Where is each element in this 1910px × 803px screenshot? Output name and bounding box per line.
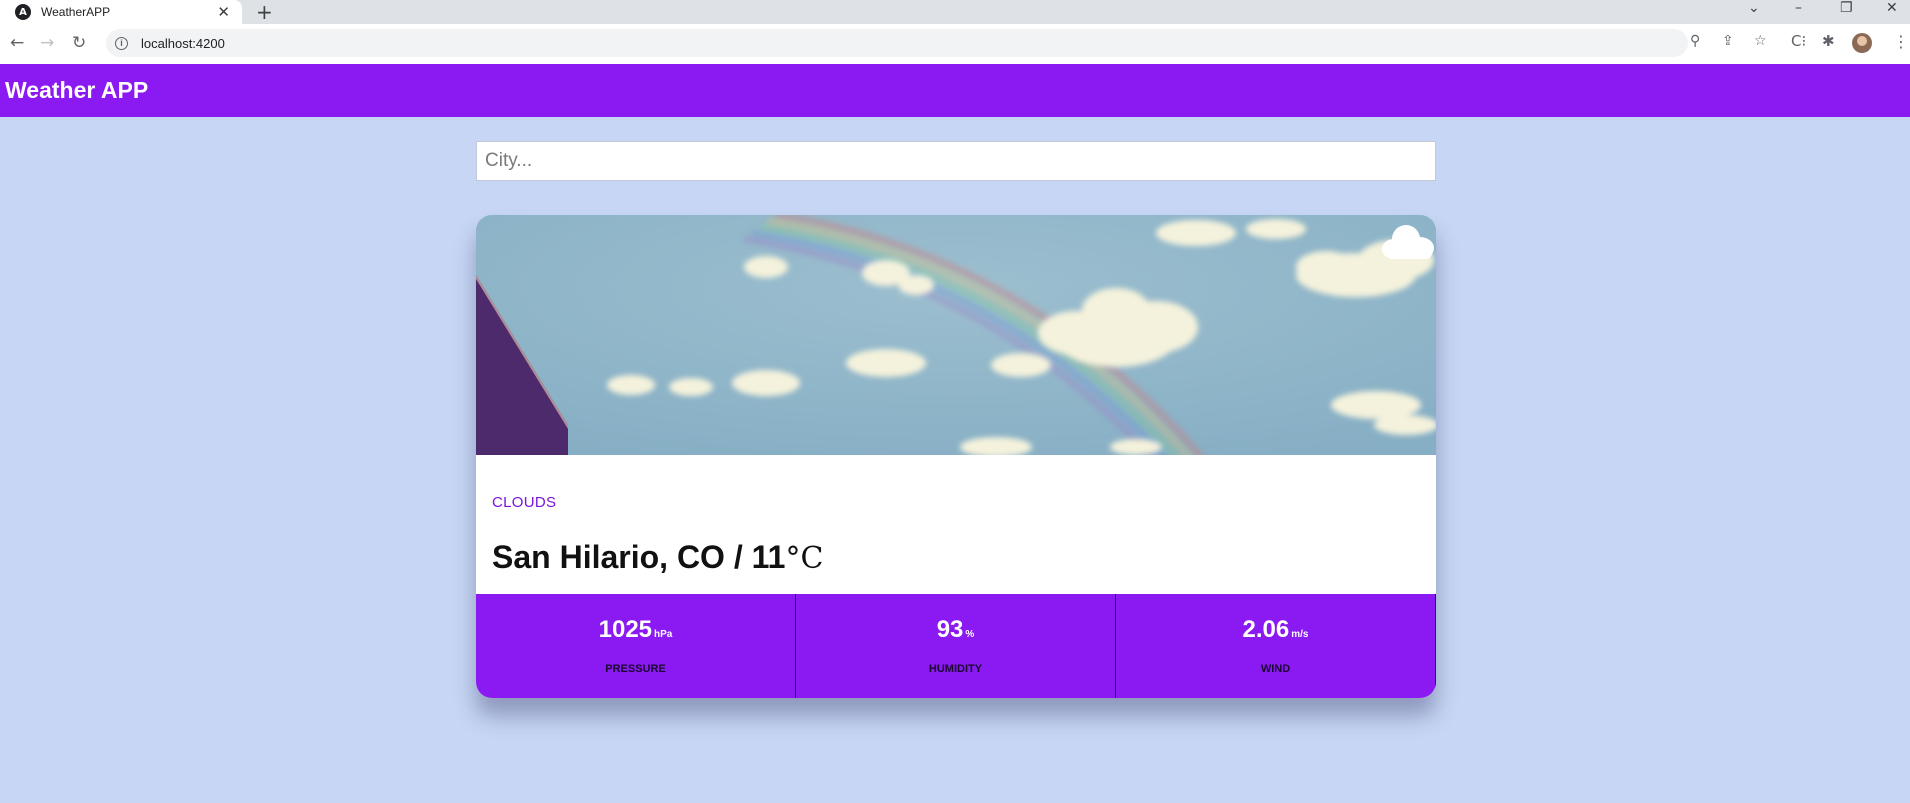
profile-avatar[interactable] [1852,33,1872,53]
location-pin-icon[interactable]: ⚲ [1690,33,1700,49]
stat-label: WIND [1260,663,1291,675]
city-name: San Hilario, CO / 11 [492,539,786,575]
app-navbar: Weather APP [0,64,1910,117]
tab-search-chevron-icon[interactable]: ⌄ [1748,0,1760,16]
reload-icon[interactable]: ↻ [72,33,86,53]
weather-stats: 1025 hPa PRESSURE 93% HUMIDITY 2.06 m/s WI… [476,594,1436,698]
new-tab-icon[interactable]: + [256,0,273,24]
stat-label: PRESSURE [605,663,666,675]
stat-value: 1025 hPa [598,616,673,643]
stat-unit: % [965,629,975,640]
stat-label: HUMIDITY [928,663,983,675]
weather-condition: CLOUDS [492,494,557,511]
tab-title: WeatherAPP [41,5,111,19]
forward-arrow-icon[interactable]: → [40,33,54,53]
stat-humidity: 93% HUMIDITY [796,594,1116,698]
tab-close-icon[interactable]: ✕ [217,3,230,21]
cloud-icon [1382,225,1434,259]
url-text[interactable]: localhost:4200 [141,36,225,51]
browser-toolbar: ← → ↻ i localhost:4200 ⚲ ⇪ ☆ C⁝ ✱ ⋮ [0,24,1910,64]
city-temperature-heading: San Hilario, CO / 11°C [492,539,823,576]
stat-pressure: 1025 hPa PRESSURE [476,594,796,698]
share-icon[interactable]: ⇪ [1722,33,1734,49]
minimize-icon[interactable]: – [1795,0,1802,16]
address-bar[interactable]: i localhost:4200 ⚲ ⇪ ☆ [106,29,1767,57]
site-info-icon[interactable]: i [115,36,128,50]
back-arrow-icon[interactable]: ← [10,33,24,53]
bookmark-star-icon[interactable]: ☆ [1754,33,1767,49]
browser-tab[interactable]: A WeatherAPP ✕ [0,0,242,24]
app-page: Weather APP City... CLOUDS San Hilario, … [0,64,1910,803]
extensions-puzzle-icon[interactable]: ✱ [1822,32,1835,50]
weather-background-image [476,215,1436,455]
stat-unit: m/s [1291,629,1309,640]
stat-wind: 2.06 m/s WIND [1116,594,1436,698]
stat-value: 2.06 m/s [1242,616,1309,643]
restore-icon[interactable]: ❐ [1840,0,1853,16]
browser-menu-icon[interactable]: ⋮ [1893,32,1909,51]
weather-card: CLOUDS San Hilario, CO / 11°C 1025 hPa PR… [476,215,1436,698]
temperature-unit: °C [785,541,824,576]
angular-favicon-icon: A [15,4,31,20]
stat-value: 93% [936,616,975,643]
stat-unit: hPa [654,629,673,640]
browser-tabstrip: A WeatherAPP ✕ + ⌄ – ❐ ✕ [0,0,1910,24]
city-search-input[interactable] [476,141,1436,181]
window-close-icon[interactable]: ✕ [1886,0,1898,16]
app-title[interactable]: Weather APP [5,77,148,104]
extension-c-icon[interactable]: C⁝ [1791,32,1806,50]
